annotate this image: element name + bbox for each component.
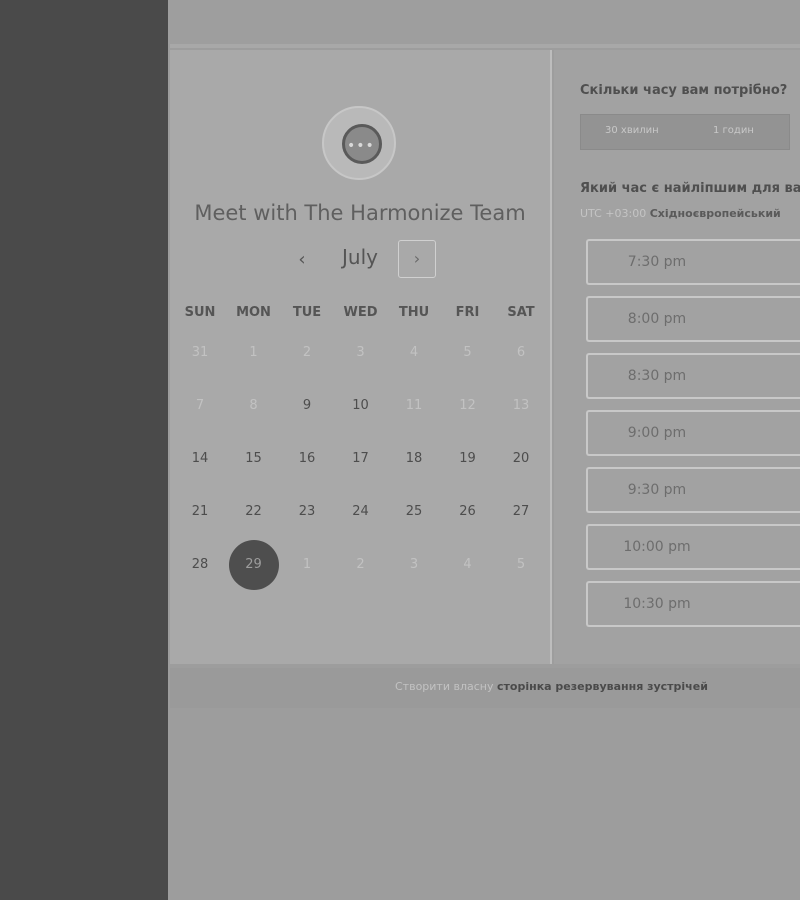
calendar-day: 2 [356,557,365,572]
weekday-label: SUN [184,305,216,320]
calendar-panel: ••• Meet with The Harmonize Team ‹ July … [170,50,552,664]
calendar-day[interactable]: 28 [175,539,225,591]
prev-month-button[interactable]: ‹ [290,248,314,272]
weekday-label: MON [236,305,271,320]
time-slot-button[interactable]: 9:00 pm [586,410,800,456]
calendar-day[interactable]: 19 [443,433,493,485]
team-avatar: ••• [322,106,396,180]
selected-day-circle: 29 [228,540,279,590]
time-slot-button[interactable]: 9:30 pm [586,467,800,513]
time-selection-panel: Скільки часу вам потрібно? 30 хвилин 1 г… [554,50,800,664]
calendar-day: 12 [459,398,476,413]
calendar-day: 7 [195,398,205,413]
time-slot-button[interactable]: 10:30 pm [586,581,800,627]
time-question: Який час є найліпшим для ва [580,181,800,196]
card-top-border [170,44,800,48]
time-slot-button[interactable]: 8:00 pm [586,296,800,342]
calendar-day[interactable]: 20 [496,433,546,485]
calendar-day[interactable]: 27 [496,486,546,538]
calendar-day: 31 [191,345,209,360]
calendar-day: 4 [463,557,472,572]
weekday-header: SUN MON TUE WED THU FRI SAT [170,305,550,325]
calendar-day: 6 [516,345,526,360]
timezone-label: UTC +03:00 Східноєвропейський [580,207,781,220]
month-navigation: ‹ July › [170,240,550,280]
duration-option-1hour[interactable]: 1 годин [713,125,754,136]
time-slot-button[interactable]: 7:30 pm [586,239,800,285]
time-slot-button[interactable]: 10:00 pm [586,524,800,570]
calendar-day[interactable]: 17 [336,433,386,485]
calendar-day[interactable]: 21 [175,486,225,538]
calendar-day: 1 [249,345,258,360]
weekday-label: TUE [292,305,322,320]
calendar-day: 13 [512,398,530,413]
calendar-day: 8 [249,398,258,413]
calendar-day[interactable]: 25 [389,486,439,538]
calendar-day[interactable]: 15 [229,433,279,485]
calendar-day: 3 [356,345,365,360]
weekday-label: FRI [455,305,480,320]
calendar-day-selected[interactable]: 29 [228,539,279,591]
duration-question: Скільки часу вам потрібно? [580,83,788,98]
calendar-day[interactable]: 23 [282,486,332,538]
calendar-day[interactable]: 10 [336,380,386,432]
duration-option-30min[interactable]: 30 хвилин [605,125,659,136]
time-slot-button[interactable]: 8:30 pm [586,353,800,399]
next-month-button[interactable]: › [398,240,436,278]
calendar-day[interactable]: 9 [282,380,332,432]
timezone-name: Східноєвропейський [649,207,781,220]
calendar-day[interactable]: 14 [175,433,225,485]
calendar-day[interactable]: 16 [282,433,332,485]
weekday-label: SAT [507,305,535,320]
calendar-day: 2 [302,345,312,360]
create-booking-page-link[interactable]: сторінка резервування зустрічей [497,680,708,693]
footer-text: Створити власну сторінка резервування зу… [395,680,708,693]
footer-prefix: Створити власну [395,680,494,693]
left-sidebar [0,0,168,900]
timezone-offset: UTC +03:00 [580,207,647,220]
month-label: July [342,245,378,269]
calendar-day: 11 [405,398,423,413]
calendar-day: 5 [463,345,472,360]
calendar-day: 1 [302,557,312,572]
weekday-label: THU [398,305,430,320]
weekday-label: WED [343,305,378,320]
dots-icon: ••• [347,138,375,154]
calendar-day[interactable]: 24 [336,486,386,538]
calendar-day: 3 [409,557,419,572]
top-banner [168,0,800,44]
calendar-day[interactable]: 22 [229,486,279,538]
footer: Створити власну сторінка резервування зу… [170,668,800,708]
calendar-day[interactable]: 18 [389,433,439,485]
calendar-day: 5 [516,557,526,572]
page-title: Meet with The Harmonize Team [194,201,526,225]
calendar-day: 4 [409,345,419,360]
duration-selector: 30 хвилин 1 годин [580,114,790,150]
calendar-day[interactable]: 26 [443,486,493,538]
